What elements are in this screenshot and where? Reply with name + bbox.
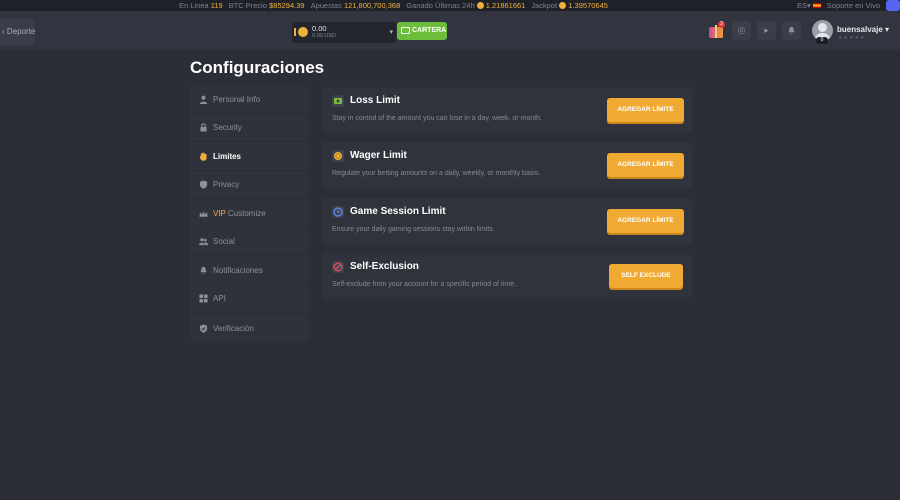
wager-limit-card: Wager Limit Regulate your betting amount… xyxy=(322,142,692,188)
wallet-balance-selector[interactable]: 0.00 0.00 USD ▾ xyxy=(292,22,396,43)
live-support-link[interactable]: Soporte en Vivo xyxy=(827,0,880,11)
wallet-amount: 0.00 xyxy=(312,24,327,33)
loss-limit-card: Loss Limit Stay in control of the amount… xyxy=(322,87,692,133)
gift-badge: 2 xyxy=(718,21,725,28)
hand-icon xyxy=(199,152,208,161)
gift-button[interactable]: 2 xyxy=(708,21,725,38)
chevron-left-icon: ‹ xyxy=(2,27,5,36)
money-icon xyxy=(332,95,344,107)
coin-icon xyxy=(559,2,567,9)
card-title: Wager Limit xyxy=(350,150,407,161)
self-exclude-button[interactable]: SELF EXCLUDE xyxy=(609,264,683,288)
lock-icon xyxy=(199,123,208,132)
play-icon: ▸ xyxy=(764,25,769,35)
card-description: Self-exclude from your account for a spe… xyxy=(332,281,517,288)
person-icon xyxy=(199,95,208,104)
sidebar-item-personal-info[interactable]: Personal Info xyxy=(190,86,309,114)
cartera-button[interactable]: CARTERA xyxy=(397,22,447,40)
coin-icon xyxy=(332,150,344,162)
self-exclusion-card: Self-Exclusion Self-exclude from your ac… xyxy=(322,253,692,299)
sidebar-item-notificaciones[interactable]: Notificaciones xyxy=(190,257,309,285)
shield-icon xyxy=(199,180,208,189)
notifications-button[interactable] xyxy=(782,21,801,40)
btc-price-stat: BTC Precio $85294.39 xyxy=(228,1,305,10)
wallet-usd: 0.00 USD xyxy=(312,33,336,39)
online-stat: En Linea 119 xyxy=(179,1,223,10)
bitcoin-icon xyxy=(298,27,308,37)
discord-icon[interactable] xyxy=(886,0,900,11)
rewards-button[interactable]: ◎ xyxy=(732,21,751,40)
card-description: Regulate your betting amounts on a daily… xyxy=(332,170,541,177)
block-icon xyxy=(332,261,344,273)
sidebar-item-privacy[interactable]: Privacy xyxy=(190,171,309,199)
bets-stat: Apuestas 121,800,700,368 xyxy=(310,1,401,10)
level-badge: 0 xyxy=(816,37,828,44)
sidebar-item-security[interactable]: Security xyxy=(190,114,309,142)
username[interactable]: buensalvaje ▾ xyxy=(837,25,889,34)
sidebar-item-limites[interactable]: Limites xyxy=(190,143,309,171)
sidebar-item-customize[interactable]: VIP Customize xyxy=(190,200,309,228)
sidebar-item-social[interactable]: Social xyxy=(190,228,309,256)
page-title: Configuraciones xyxy=(190,58,325,77)
won-stat: Ganado Últimas 24h 1.21861661 xyxy=(406,1,526,10)
card-title: Game Session Limit xyxy=(350,206,446,217)
crown-icon xyxy=(199,209,208,218)
level-stars: ★★★★★ xyxy=(838,35,866,41)
vip-label: VIP xyxy=(213,209,226,218)
deporte-button[interactable]: ‹ Deporte xyxy=(0,19,35,45)
game-session-limit-card: Game Session Limit Ensure your daily gam… xyxy=(322,198,692,244)
bell-icon xyxy=(199,266,208,275)
card-description: Stay in control of the amount you can lo… xyxy=(332,115,542,122)
language-selector[interactable]: ES▾ xyxy=(797,0,821,11)
ticker-stats: En Linea 119 BTC Precio $85294.39 Apuest… xyxy=(179,0,608,11)
sidebar-item-api[interactable]: API xyxy=(190,285,309,313)
bell-icon xyxy=(788,26,795,35)
wallet-icon xyxy=(401,27,410,34)
people-icon xyxy=(199,237,208,246)
target-icon: ◎ xyxy=(737,25,746,35)
chevron-down-icon: ▾ xyxy=(885,25,890,34)
spain-flag-icon xyxy=(812,3,821,8)
card-title: Loss Limit xyxy=(350,95,401,106)
jackpot-stat: Jackpot 1.39570645 xyxy=(531,1,608,10)
add-session-limit-button[interactable]: AGREGAR LÍMITE xyxy=(607,209,684,233)
grid-icon xyxy=(199,294,208,303)
settings-sidebar: Personal Info Security Limites Privacy V… xyxy=(190,86,309,342)
ticker-bar: En Linea 119 BTC Precio $85294.39 Apuest… xyxy=(0,0,900,11)
card-title: Self-Exclusion xyxy=(350,261,419,272)
play-button[interactable]: ▸ xyxy=(757,21,776,40)
check-shield-icon xyxy=(199,323,208,333)
chevron-down-icon: ▾ xyxy=(389,29,393,36)
top-header: ‹ Deporte 0.00 0.00 USD ▾ CARTERA 2 ◎ ▸ … xyxy=(0,11,900,50)
add-loss-limit-button[interactable]: AGREGAR LÍMITE xyxy=(607,98,684,122)
card-description: Ensure your daily gaming sessions stay w… xyxy=(332,226,495,233)
sidebar-item-verificacion[interactable]: Verificación xyxy=(190,314,309,342)
coin-icon xyxy=(476,2,484,9)
add-wager-limit-button[interactable]: AGREGAR LÍMITE xyxy=(607,153,684,177)
clock-icon xyxy=(332,206,344,218)
